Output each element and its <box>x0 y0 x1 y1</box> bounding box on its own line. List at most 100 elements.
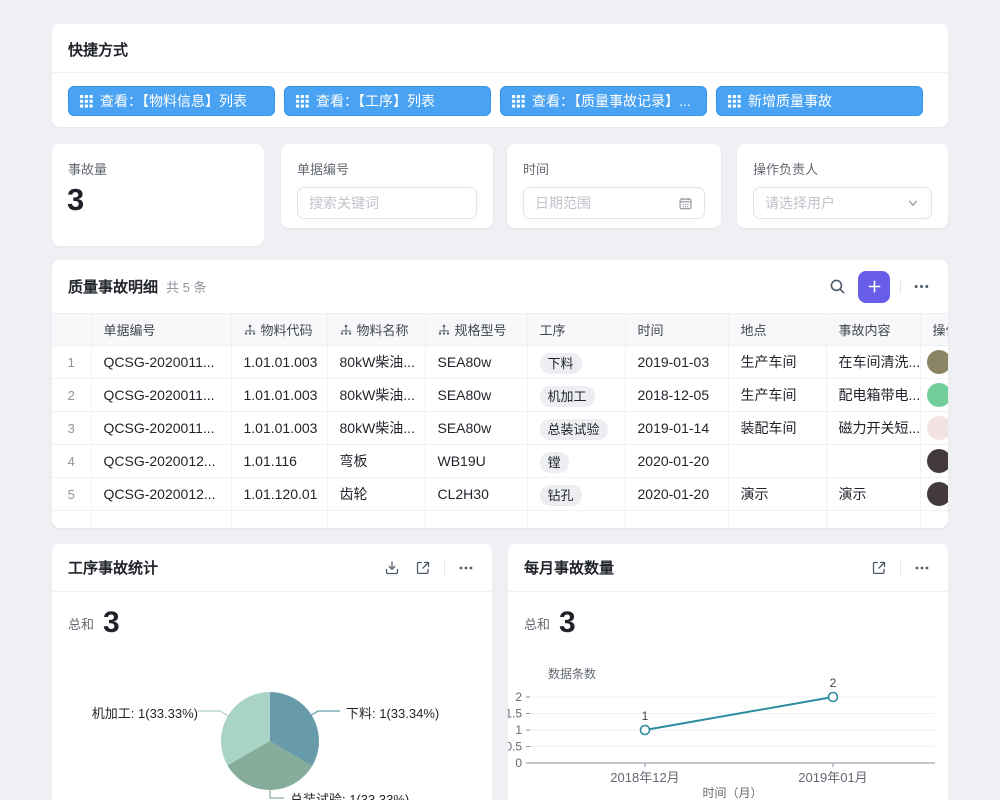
cell-process: 下料 <box>527 346 625 379</box>
cell-operator <box>920 412 948 445</box>
pie-more-button[interactable] <box>456 558 476 578</box>
doc-number-search-input[interactable] <box>309 195 465 211</box>
svg-text:0.5: 0.5 <box>508 740 522 754</box>
add-record-button[interactable] <box>858 271 890 303</box>
process-tag: 镗 <box>540 452 569 473</box>
column-header: 事故内容 <box>826 314 920 346</box>
more-icon <box>913 278 930 295</box>
avatar <box>927 350 949 374</box>
cell-date: 2018-12-05 <box>625 379 728 412</box>
column-header: 物料名称 <box>327 314 425 346</box>
cell-spec: SEA80w <box>425 379 527 412</box>
process-stats-header: 工序事故统计 <box>52 544 492 592</box>
relation-icon <box>438 324 450 336</box>
table-more-button[interactable] <box>911 276 932 297</box>
download-icon <box>384 560 400 576</box>
add-incident-button[interactable]: 新增质量事故 <box>716 86 923 116</box>
cell-code: 1.01.01.003 <box>231 379 327 412</box>
pie-chart <box>221 692 319 790</box>
more-icon <box>458 560 474 576</box>
avatar <box>927 416 949 440</box>
divider <box>900 280 901 294</box>
divider <box>900 561 901 575</box>
svg-text:2019年01月: 2019年01月 <box>798 770 867 785</box>
cell-place <box>728 445 826 478</box>
cell-name: 80kW柴油... <box>327 346 425 379</box>
row-number: 3 <box>52 412 91 445</box>
cell-doc: QCSG-2020011... <box>91 412 231 445</box>
svg-text:1: 1 <box>515 723 522 737</box>
chevron-down-icon <box>906 196 920 210</box>
cell-process: 机加工 <box>527 379 625 412</box>
pie-label-right: 下料: 1(33.34%) <box>346 703 439 722</box>
incident-table-head: 单据编号物料代码物料名称规格型号工序时间地点事故内容操作负责人 <box>52 314 948 346</box>
row-number: 2 <box>52 379 91 412</box>
column-header: 地点 <box>728 314 826 346</box>
pie-total-value: 3 <box>103 608 120 638</box>
relation-icon <box>340 324 352 336</box>
line-total-value: 3 <box>559 608 576 638</box>
cell-operator <box>920 478 948 511</box>
cell-doc: QCSG-2020011... <box>91 379 231 412</box>
operator-select[interactable]: 请选择用户 <box>753 187 932 219</box>
cell-process: 钻孔 <box>527 478 625 511</box>
cell-content: 在车间清洗... <box>826 346 920 379</box>
cell-operator <box>920 379 948 412</box>
cell-date: 2020-01-20 <box>625 478 728 511</box>
column-header: 物料代码 <box>231 314 327 346</box>
process-stats-title: 工序事故统计 <box>68 557 158 578</box>
table-row[interactable]: 4QCSG-2020012...1.01.116弯板WB19U镗2020-01-… <box>52 445 948 478</box>
svg-text:0: 0 <box>515 756 522 770</box>
button-label: 查看：【工序】列表 <box>316 91 435 111</box>
table-row[interactable]: 1QCSG-2020011...1.01.01.00380kW柴油...SEA8… <box>52 346 948 379</box>
table-row[interactable]: 2QCSG-2020011...1.01.01.00380kW柴油...SEA8… <box>52 379 948 412</box>
calendar-icon <box>678 196 693 211</box>
expand-button[interactable] <box>413 558 433 578</box>
line-more-button[interactable] <box>912 558 932 578</box>
incident-table-header: 质量事故明细 共 5 条 <box>52 260 948 313</box>
incident-table-card: 质量事故明细 共 5 条 单据编号物 <box>52 260 948 528</box>
view-process-list-button[interactable]: 查看：【工序】列表 <box>284 86 491 116</box>
table-row[interactable]: 5QCSG-2020012...1.01.120.01齿轮CL2H30钻孔202… <box>52 478 948 511</box>
view-incident-records-button[interactable]: 查看：【质量事故记录】... <box>500 86 707 116</box>
expand-icon <box>871 560 887 576</box>
column-header: 单据编号 <box>91 314 231 346</box>
grid-icon <box>80 95 93 108</box>
cell-content <box>826 445 920 478</box>
pie-label-bottom: 总装试验: 1(33.33%) <box>290 789 409 800</box>
process-tag: 钻孔 <box>540 485 582 506</box>
cell-name: 80kW柴油... <box>327 379 425 412</box>
button-label: 查看：【质量事故记录】... <box>532 91 691 111</box>
time-label: 时间 <box>507 144 721 178</box>
incident-table-count: 共 5 条 <box>166 277 206 296</box>
view-material-list-button[interactable]: 查看：【物料信息】列表 <box>68 86 275 116</box>
cell-doc: QCSG-2020012... <box>91 478 231 511</box>
time-filter-card: 时间 日期范围 <box>507 144 721 228</box>
cell-date: 2019-01-14 <box>625 412 728 445</box>
button-label: 新增质量事故 <box>748 91 832 111</box>
cell-date: 2019-01-03 <box>625 346 728 379</box>
cell-operator <box>920 445 948 478</box>
download-button[interactable] <box>382 558 402 578</box>
dashboard: 快捷方式 查看：【物料信息】列表 查看：【工序】列表 查看：【质量事故记录】..… <box>0 0 1000 800</box>
pie-label-left: 机加工: 1(33.33%) <box>92 703 198 722</box>
monthly-incidents-actions <box>869 558 932 578</box>
row-number: 1 <box>52 346 91 379</box>
cell-spec: WB19U <box>425 445 527 478</box>
table-row[interactable]: 3QCSG-2020011...1.01.01.00380kW柴油...SEA8… <box>52 412 948 445</box>
date-range-picker[interactable]: 日期范围 <box>523 187 705 219</box>
incident-table-actions <box>827 271 932 303</box>
column-header: 操作负责人 <box>920 314 948 346</box>
search-icon <box>829 278 846 295</box>
expand-button[interactable] <box>869 558 889 578</box>
doc-number-filter-card: 单据编号 <box>281 144 493 228</box>
doc-number-search-box <box>297 187 477 219</box>
operator-filter-card: 操作负责人 请选择用户 <box>737 144 948 228</box>
column-header: 工序 <box>527 314 625 346</box>
cell-content: 配电箱带电... <box>826 379 920 412</box>
search-button[interactable] <box>827 276 848 297</box>
incident-count-card: 事故量 3 <box>52 144 264 246</box>
avatar <box>927 383 949 407</box>
grid-icon <box>296 95 309 108</box>
operator-label: 操作负责人 <box>737 144 948 178</box>
